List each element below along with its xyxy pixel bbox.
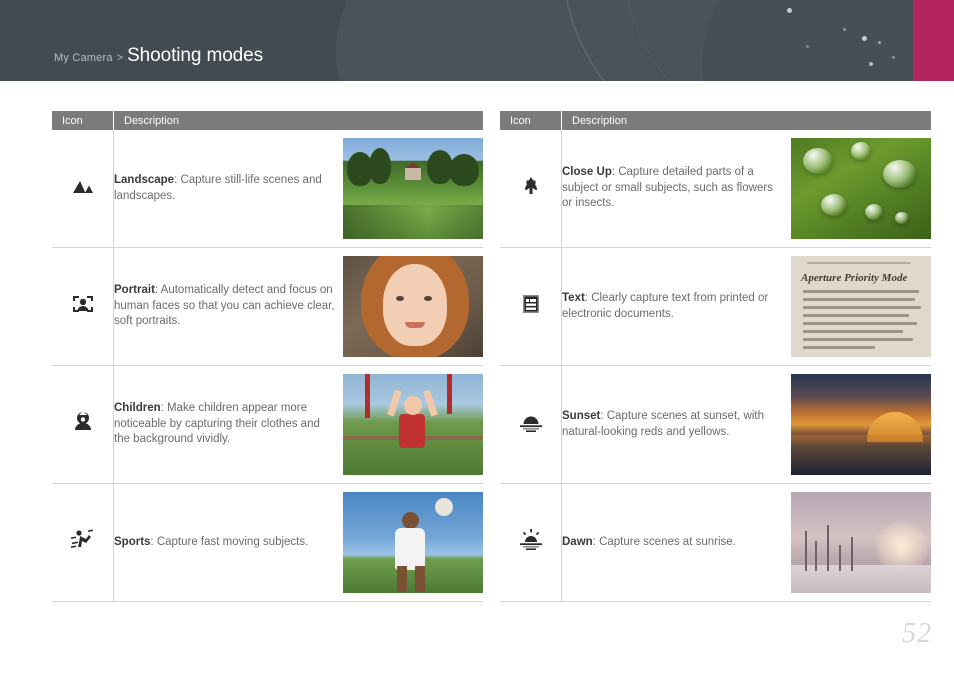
mode-description-cell: Sunset: Capture scenes at sunset, with n… (561, 365, 931, 484)
mode-name: Dawn (562, 535, 593, 548)
page-number: 52 (902, 618, 932, 649)
table-header-row: Icon Description (500, 111, 931, 130)
flower-macro-icon (518, 173, 544, 199)
table-header-row: Icon Description (52, 111, 483, 130)
column-header-description: Description (113, 111, 483, 130)
thumbnail-headline-text: Aperture Priority Mode (801, 272, 908, 284)
mode-description-text: Sports: Capture fast moving subjects. (114, 535, 335, 551)
mode-thumbnail-closeup (791, 138, 931, 239)
mode-description-text: Children: Make children appear more noti… (114, 401, 335, 448)
mode-icon-cell (500, 130, 562, 248)
page-header: My Camera > Shooting modes (0, 0, 954, 81)
mode-icon-cell (52, 365, 114, 484)
sunset-icon (518, 409, 544, 435)
mode-description-cell: Portrait: Automatically detect and focus… (113, 247, 483, 366)
mode-description-cell: Children: Make children appear more noti… (113, 365, 483, 484)
mode-description-cell: Text: Clearly capture text from printed … (561, 247, 931, 366)
page-title: Shooting modes (127, 45, 264, 66)
mode-name: Close Up (562, 166, 612, 179)
running-person-sports-icon (70, 527, 96, 553)
shooting-modes-table-right: Icon Description Close Up: Capture detai… (500, 111, 931, 602)
header-sparkle (843, 28, 846, 31)
mode-name: Text (562, 292, 585, 304)
mode-icon-cell (52, 130, 114, 248)
mode-thumbnail-landscape (343, 138, 483, 239)
mode-thumbnail-sports (343, 492, 483, 593)
breadcrumb: My Camera > Shooting modes (54, 45, 263, 67)
face-detection-portrait-icon (70, 291, 96, 317)
mode-description-cell: Landscape: Capture still-life scenes and… (113, 130, 483, 248)
mode-name: Portrait (114, 284, 155, 297)
mode-icon-cell (500, 247, 562, 366)
table-row: Dawn: Capture scenes at sunrise. (500, 483, 931, 602)
table-row: Children: Make children appear more noti… (52, 365, 483, 484)
mode-description-text: Portrait: Automatically detect and focus… (114, 283, 335, 330)
breadcrumb-separator-icon: > (116, 52, 124, 64)
child-figure-icon (70, 409, 96, 435)
header-sparkle (787, 8, 792, 13)
mode-thumbnail-text: Aperture Priority Mode (791, 256, 931, 357)
mode-thumbnail-sunset (791, 374, 931, 475)
mountain-landscape-icon (70, 173, 96, 199)
mode-description: Clearly capture text from printed or ele… (562, 292, 769, 320)
mode-thumbnail-dawn (791, 492, 931, 593)
mode-description-text: Sunset: Capture scenes at sunset, with n… (562, 409, 783, 440)
shooting-modes-table-left: Icon Description Landscape: Capture stil… (52, 111, 483, 602)
table-row: Portrait: Automatically detect and focus… (52, 247, 483, 366)
mode-description: Capture fast moving subjects. (156, 535, 309, 548)
mode-icon-cell (52, 483, 114, 602)
header-sparkle (862, 36, 867, 41)
mode-icon-cell (52, 247, 114, 366)
table-row: Close Up: Capture detailed parts of a su… (500, 130, 931, 248)
mode-description-cell: Sports: Capture fast moving subjects. (113, 483, 483, 602)
mode-description-text: Close Up: Capture detailed parts of a su… (562, 165, 783, 212)
mode-icon-cell (500, 483, 562, 602)
breadcrumb-parent[interactable]: My Camera (54, 52, 113, 64)
header-sparkle (869, 62, 873, 66)
column-header-icon: Icon (52, 111, 114, 130)
header-sparkle (806, 45, 809, 48)
mode-name: Landscape (114, 174, 175, 186)
mode-description-cell: Close Up: Capture detailed parts of a su… (561, 130, 931, 248)
mode-description: Capture scenes at sunrise. (599, 535, 736, 548)
header-accent-bar (913, 0, 954, 81)
table-row: Text: Clearly capture text from printed … (500, 247, 931, 366)
mode-description-text: Text: Clearly capture text from printed … (562, 291, 783, 322)
mode-thumbnail-portrait (343, 256, 483, 357)
mode-description-cell: Dawn: Capture scenes at sunrise. (561, 483, 931, 602)
mode-name: Children (114, 402, 161, 415)
column-header-icon: Icon (500, 111, 562, 130)
mode-name: Sunset (562, 410, 601, 422)
mode-description-text: Landscape: Capture still-life scenes and… (114, 173, 335, 204)
mode-icon-cell (500, 365, 562, 484)
table-row: Sunset: Capture scenes at sunset, with n… (500, 365, 931, 484)
mode-thumbnail-children (343, 374, 483, 475)
sunrise-dawn-icon (518, 527, 544, 553)
mode-description-text: Dawn: Capture scenes at sunrise. (562, 535, 783, 551)
column-header-description: Description (561, 111, 931, 130)
header-sparkle (878, 41, 881, 44)
header-sparkle (892, 56, 895, 59)
table-row: Sports: Capture fast moving subjects. (52, 483, 483, 602)
mode-name: Sports (114, 535, 151, 548)
document-text-icon (518, 291, 544, 317)
table-row: Landscape: Capture still-life scenes and… (52, 130, 483, 248)
